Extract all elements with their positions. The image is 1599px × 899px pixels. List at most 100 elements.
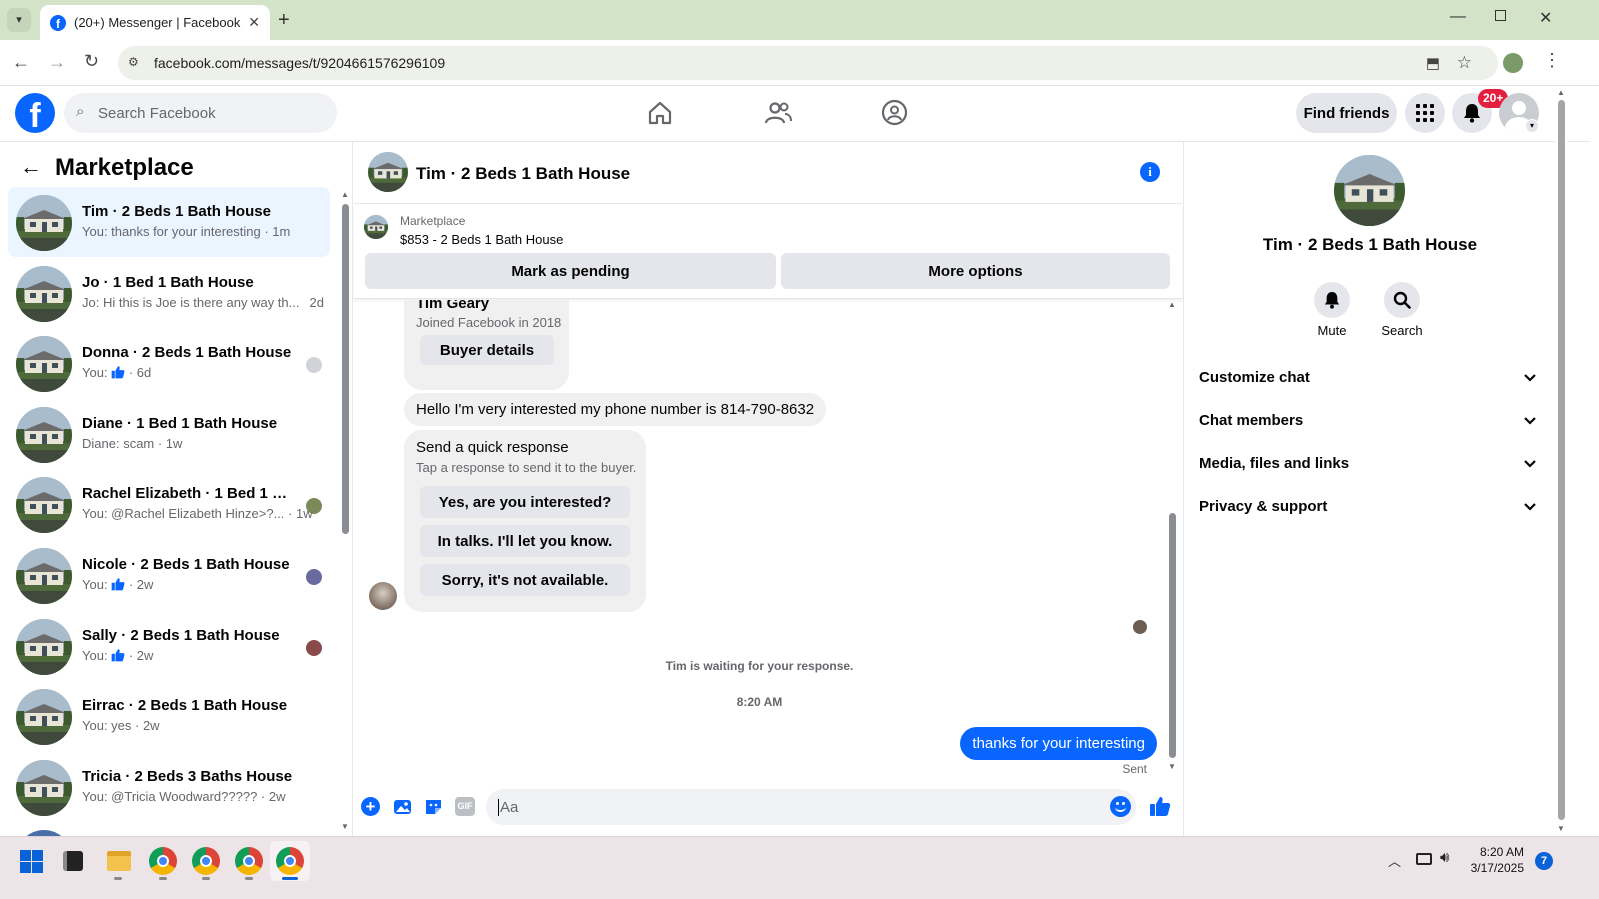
conversation-item[interactable]: Sally · 2 Beds 1 Bath House You: · 2w: [8, 611, 330, 681]
profile-icon[interactable]: [1503, 53, 1523, 73]
outgoing-message: thanks for your interesting: [960, 727, 1157, 760]
details-section[interactable]: Customize chat: [1199, 357, 1544, 397]
photo-icon[interactable]: [393, 797, 412, 816]
buyer-details-button[interactable]: Buyer details: [420, 335, 554, 365]
volume-icon[interactable]: 🔊︎: [1440, 849, 1449, 866]
more-options-button[interactable]: More options: [781, 253, 1170, 289]
facebook-search-input[interactable]: ⌕ Search Facebook: [64, 93, 337, 133]
windows-start-icon[interactable]: [20, 850, 43, 873]
plus-icon[interactable]: +: [361, 797, 380, 816]
conversation-preview: Diane: scam · 1w: [82, 436, 182, 451]
conversation-avatar: [16, 759, 72, 816]
file-explorer-icon[interactable]: [107, 851, 131, 871]
groups-icon[interactable]: [881, 99, 908, 126]
thumbs-up-icon[interactable]: [1149, 795, 1171, 817]
list-scrollbar[interactable]: ▲ ▼: [340, 190, 350, 831]
page-scrollbar-up-icon[interactable]: ▲: [1557, 88, 1565, 97]
details-avatar[interactable]: [1334, 155, 1405, 226]
details-section[interactable]: Media, files and links: [1199, 443, 1544, 483]
back-icon[interactable]: ←: [12, 53, 30, 71]
quick-response-option[interactable]: Yes, are you interested?: [420, 486, 630, 518]
chrome-icon[interactable]: [192, 847, 220, 875]
chat-avatar[interactable]: [368, 152, 408, 192]
conversation-item[interactable]: Jo · 1 Bed 1 Bath House Jo: Hi this is Jo…: [8, 258, 330, 328]
chat-title[interactable]: Tim · 2 Beds 1 Bath House: [416, 164, 630, 184]
info-icon[interactable]: i: [1140, 162, 1160, 182]
browser-menu-icon[interactable]: ⋮: [1543, 51, 1561, 69]
conversation-preview: You: · 6d: [82, 365, 151, 380]
notification-count-badge[interactable]: 7: [1535, 852, 1553, 870]
conversation-name: Nicole · 2 Beds 1 Bath House: [82, 556, 290, 573]
clock-date[interactable]: 3/17/2025: [1464, 861, 1524, 875]
buyer-joined: Joined Facebook in 2018: [416, 315, 562, 330]
quick-response-option[interactable]: Sorry, it's not available.: [420, 564, 630, 596]
site-info-icon[interactable]: ⚙: [128, 55, 139, 69]
conversation-item[interactable]: Eirrac · 2 Beds 1 Bath House You: yes · 2…: [8, 681, 330, 751]
chrome-icon[interactable]: [276, 847, 304, 875]
search-label: Search: [1381, 323, 1423, 338]
sender-avatar[interactable]: [369, 582, 397, 610]
find-friends-button[interactable]: Find friends: [1296, 93, 1397, 133]
conversation-item[interactable]: [8, 822, 330, 836]
reload-icon[interactable]: ↻: [84, 52, 99, 70]
clock-time[interactable]: 8:20 AM: [1470, 845, 1524, 859]
page-scrollbar-down-icon[interactable]: ▼: [1557, 824, 1565, 833]
bookmark-star-icon[interactable]: ☆: [1457, 53, 1472, 73]
sticker-icon[interactable]: [424, 797, 443, 816]
install-app-icon[interactable]: ⬒: [1426, 54, 1440, 72]
new-tab-button[interactable]: +: [278, 9, 290, 32]
thumbs-up-icon: [108, 577, 129, 592]
tab-search-button[interactable]: ▾: [7, 8, 31, 32]
conversation-item[interactable]: Tim · 2 Beds 1 Bath House You: thanks for…: [8, 187, 330, 257]
menu-grid-button[interactable]: [1405, 93, 1445, 133]
chrome-icon[interactable]: [235, 847, 263, 875]
address-bar[interactable]: ⚙ facebook.com/messages/t/92046615762961…: [118, 46, 1498, 80]
section-label: Media, files and links: [1199, 454, 1350, 472]
quick-response-option[interactable]: In talks. I'll let you know.: [420, 525, 630, 557]
chat-panel: Tim · 2 Beds 1 Bath House i Marketplace …: [354, 142, 1182, 836]
facebook-logo[interactable]: f: [15, 93, 55, 133]
details-section[interactable]: Privacy & support: [1199, 486, 1544, 526]
chevron-down-icon: [1524, 369, 1536, 386]
mute-button[interactable]: [1314, 282, 1350, 318]
message-input[interactable]: Aa: [486, 789, 1136, 825]
conversation-item[interactable]: Tricia · 2 Beds 3 Baths House You: @Trici…: [8, 752, 330, 822]
conversation-item[interactable]: Diane · 1 Bed 1 Bath House Diane: scam · …: [8, 399, 330, 469]
show-hidden-icons[interactable]: ︿: [1388, 851, 1401, 870]
back-arrow-icon[interactable]: ←: [20, 154, 42, 180]
chevron-down-icon: [1524, 455, 1536, 472]
gif-icon[interactable]: GIF: [455, 797, 475, 816]
conversation-item[interactable]: Donna · 2 Beds 1 Bath House You: · 6d: [8, 328, 330, 398]
thread-scrollbar-thumb[interactable]: [1169, 513, 1176, 758]
friends-icon[interactable]: [764, 100, 792, 126]
conversation-item[interactable]: Rachel Elizabeth · 1 Bed 1 Bath... You: @…: [8, 469, 330, 539]
task-view-icon[interactable]: [63, 851, 83, 871]
close-tab-icon[interactable]: ✕: [248, 14, 260, 31]
account-chevron-icon[interactable]: ▾: [1525, 119, 1539, 133]
restore-button[interactable]: [1495, 10, 1506, 21]
chrome-icon[interactable]: [149, 847, 177, 875]
page-scrollbar-track[interactable]: ▲ ▼: [1555, 86, 1567, 836]
mark-as-pending-button[interactable]: Mark as pending: [365, 253, 776, 289]
details-section[interactable]: Chat members: [1199, 400, 1544, 440]
home-icon[interactable]: [647, 100, 673, 126]
taskbar-indicator: [159, 877, 167, 880]
bell-icon: [1324, 292, 1340, 309]
chat-header: Tim · 2 Beds 1 Bath House i: [354, 142, 1182, 204]
page-scrollbar-thumb[interactable]: [1558, 100, 1565, 820]
composer-bar: + GIF Aa: [354, 786, 1182, 836]
thread-scrollbar[interactable]: ▲ ▼: [1166, 300, 1178, 778]
search-in-chat-button[interactable]: [1384, 282, 1420, 318]
list-scrollbar-thumb[interactable]: [342, 204, 349, 534]
minimize-button[interactable]: —: [1450, 8, 1466, 26]
seen-by-avatar: [306, 498, 322, 515]
browser-tab[interactable]: f (20+) Messenger | Facebook ✕: [40, 5, 270, 40]
close-window-button[interactable]: ✕: [1539, 8, 1552, 28]
conversation-item[interactable]: Nicole · 2 Beds 1 Bath House You: · 2w: [8, 540, 330, 610]
network-icon[interactable]: [1416, 853, 1432, 865]
emoji-icon[interactable]: [1110, 796, 1131, 817]
listing-title[interactable]: $853 - 2 Beds 1 Bath House: [400, 232, 563, 247]
listing-thumbnail[interactable]: [364, 215, 388, 239]
forward-icon[interactable]: →: [48, 53, 66, 71]
seen-avatar: [1133, 620, 1147, 634]
